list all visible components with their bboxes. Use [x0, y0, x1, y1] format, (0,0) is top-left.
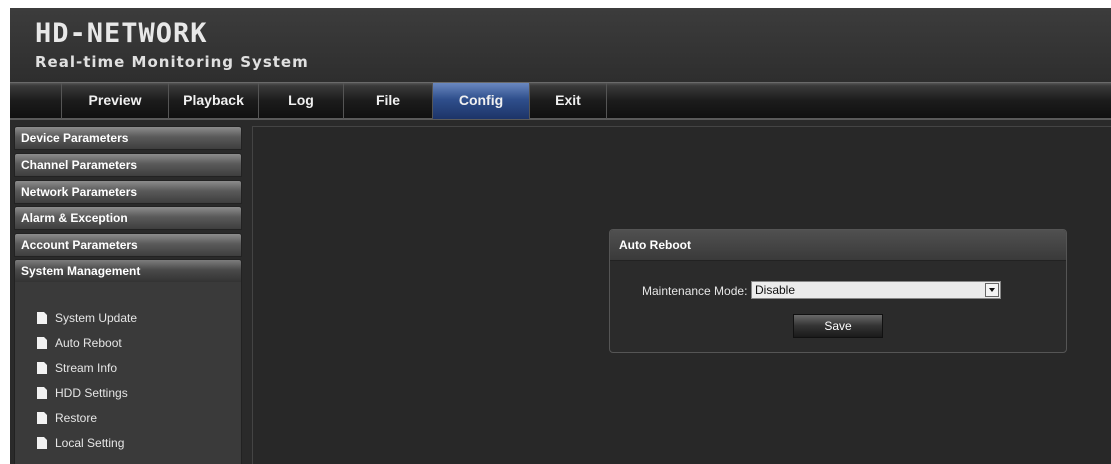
submenu-label: HDD Settings	[55, 386, 128, 400]
main-nav: Preview Playback Log File Config Exit	[10, 82, 1111, 120]
save-button[interactable]: Save	[793, 314, 883, 338]
submenu-item-hdd-settings[interactable]: HDD Settings	[37, 384, 128, 402]
sidebar-item-network-parameters[interactable]: Network Parameters	[14, 180, 242, 204]
logo-subtitle: Real-time Monitoring System	[35, 53, 309, 71]
system-management-submenu: System Update Auto Reboot Stream Info HD…	[14, 282, 242, 464]
submenu-label: Stream Info	[55, 361, 118, 375]
submenu-item-stream-info[interactable]: Stream Info	[37, 359, 117, 377]
submenu-label: System Update	[55, 311, 138, 325]
tab-playback[interactable]: Playback	[169, 83, 259, 119]
document-icon	[37, 362, 47, 374]
nav-spacer	[10, 83, 62, 119]
chevron-down-icon[interactable]	[985, 283, 999, 297]
main-content: Auto Reboot Maintenance Mode: Disable Sa…	[252, 126, 1111, 464]
sidebar-item-channel-parameters[interactable]: Channel Parameters	[14, 153, 242, 177]
tab-preview[interactable]: Preview	[62, 83, 169, 119]
submenu-label: Auto Reboot	[55, 336, 122, 350]
submenu-item-restore[interactable]: Restore	[37, 409, 97, 427]
sidebar-item-system-management[interactable]: System Management	[14, 259, 242, 283]
submenu-item-auto-reboot[interactable]: Auto Reboot	[37, 334, 122, 352]
sidebar-item-device-parameters[interactable]: Device Parameters	[14, 126, 242, 150]
app-window: HD-NETWORK Real-time Monitoring System P…	[10, 8, 1111, 464]
document-icon	[37, 312, 47, 324]
maintenance-mode-label: Maintenance Mode:	[642, 284, 748, 298]
submenu-item-local-setting[interactable]: Local Setting	[37, 434, 124, 452]
document-icon	[37, 412, 47, 424]
auto-reboot-panel: Auto Reboot Maintenance Mode: Disable Sa…	[609, 229, 1067, 353]
tab-log[interactable]: Log	[259, 83, 344, 119]
tab-config[interactable]: Config	[433, 83, 530, 119]
submenu-item-system-update[interactable]: System Update	[37, 309, 137, 327]
sidebar: Device Parameters Channel Parameters Net…	[14, 126, 242, 464]
maintenance-mode-select[interactable]: Disable	[751, 281, 1001, 299]
document-icon	[37, 437, 47, 449]
document-icon	[37, 387, 47, 399]
sidebar-item-account-parameters[interactable]: Account Parameters	[14, 233, 242, 257]
maintenance-mode-value: Disable	[755, 283, 796, 297]
tab-file[interactable]: File	[344, 83, 433, 119]
document-icon	[37, 337, 47, 349]
sidebar-item-alarm-exception[interactable]: Alarm & Exception	[14, 206, 242, 230]
submenu-label: Local Setting	[55, 436, 125, 450]
panel-title: Auto Reboot	[610, 230, 1066, 261]
tab-exit[interactable]: Exit	[530, 83, 607, 119]
submenu-label: Restore	[55, 411, 98, 425]
header: HD-NETWORK Real-time Monitoring System	[10, 8, 1111, 82]
logo-title: HD-NETWORK	[35, 18, 208, 49]
